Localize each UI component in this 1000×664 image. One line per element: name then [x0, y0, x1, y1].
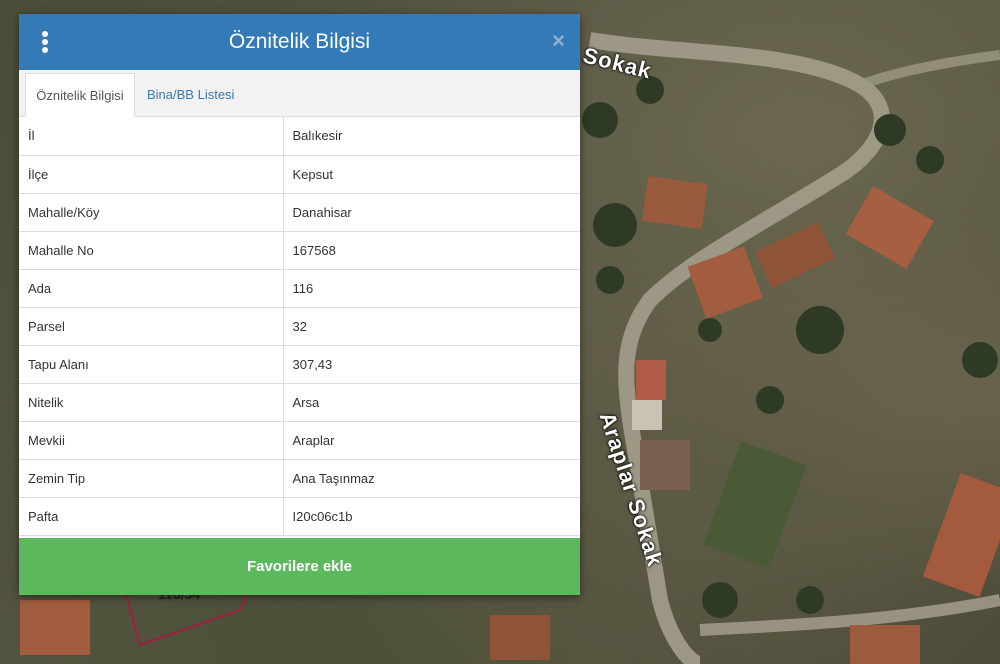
- attribute-key: Nitelik: [19, 383, 284, 422]
- attribute-key: Pafta: [19, 497, 284, 536]
- attribute-value: 307,43: [283, 345, 580, 384]
- attribute-value: 116: [283, 269, 580, 308]
- attribute-value: Araplar: [283, 421, 580, 460]
- attribute-info-panel: Öznitelik Bilgisi × Öznitelik Bilgisi Bi…: [19, 14, 580, 595]
- tab-attribute-info[interactable]: Öznitelik Bilgisi: [25, 73, 135, 117]
- attribute-key: Mahalle No: [19, 231, 284, 270]
- attribute-key: Zemin Tip: [19, 459, 284, 498]
- panel-title: Öznitelik Bilgisi: [228, 30, 371, 53]
- table-row: Pafta I20c06c1b: [19, 497, 580, 536]
- attribute-key: İl: [19, 117, 284, 156]
- panel-tabs: Öznitelik Bilgisi Bina/BB Listesi: [19, 70, 580, 117]
- table-row: Zemin Tip Ana Taşınmaz: [19, 459, 580, 498]
- attribute-key: İlçe: [19, 155, 284, 194]
- panel-header: Öznitelik Bilgisi ×: [19, 14, 580, 70]
- table-row: Parsel 32: [19, 307, 580, 346]
- attribute-value: Kepsut: [283, 155, 580, 194]
- attribute-value: Balıkesir: [283, 117, 580, 156]
- close-icon[interactable]: ×: [552, 29, 565, 53]
- table-row: Tapu Alanı 307,43: [19, 345, 580, 384]
- tab-building-list[interactable]: Bina/BB Listesi: [139, 73, 242, 116]
- attribute-key: Tapu Alanı: [19, 345, 284, 384]
- attribute-value: Ana Taşınmaz: [283, 459, 580, 498]
- table-row: Mahalle/Köy Danahisar: [19, 193, 580, 232]
- table-row: İl Balıkesir: [19, 117, 580, 156]
- attribute-table: İl Balıkesir İlçe Kepsut Mahalle/Köy Dan…: [19, 117, 580, 536]
- attribute-value: I20c06c1b: [283, 497, 580, 536]
- attribute-key: Parsel: [19, 307, 284, 346]
- attribute-value: Arsa: [283, 383, 580, 422]
- table-row: Mahalle No 167568: [19, 231, 580, 270]
- attribute-value: 167568: [283, 231, 580, 270]
- table-row: Mevkii Araplar: [19, 421, 580, 460]
- attribute-key: Ada: [19, 269, 284, 308]
- vertical-ellipsis-icon[interactable]: [39, 31, 51, 53]
- table-row: Ada 116: [19, 269, 580, 308]
- table-row: İlçe Kepsut: [19, 155, 580, 194]
- attribute-key: Mahalle/Köy: [19, 193, 284, 232]
- table-row: Nitelik Arsa: [19, 383, 580, 422]
- attribute-value: 32: [283, 307, 580, 346]
- attribute-key: Mevkii: [19, 421, 284, 460]
- add-to-favorites-button[interactable]: Favorilere ekle: [19, 538, 580, 595]
- attribute-value: Danahisar: [283, 193, 580, 232]
